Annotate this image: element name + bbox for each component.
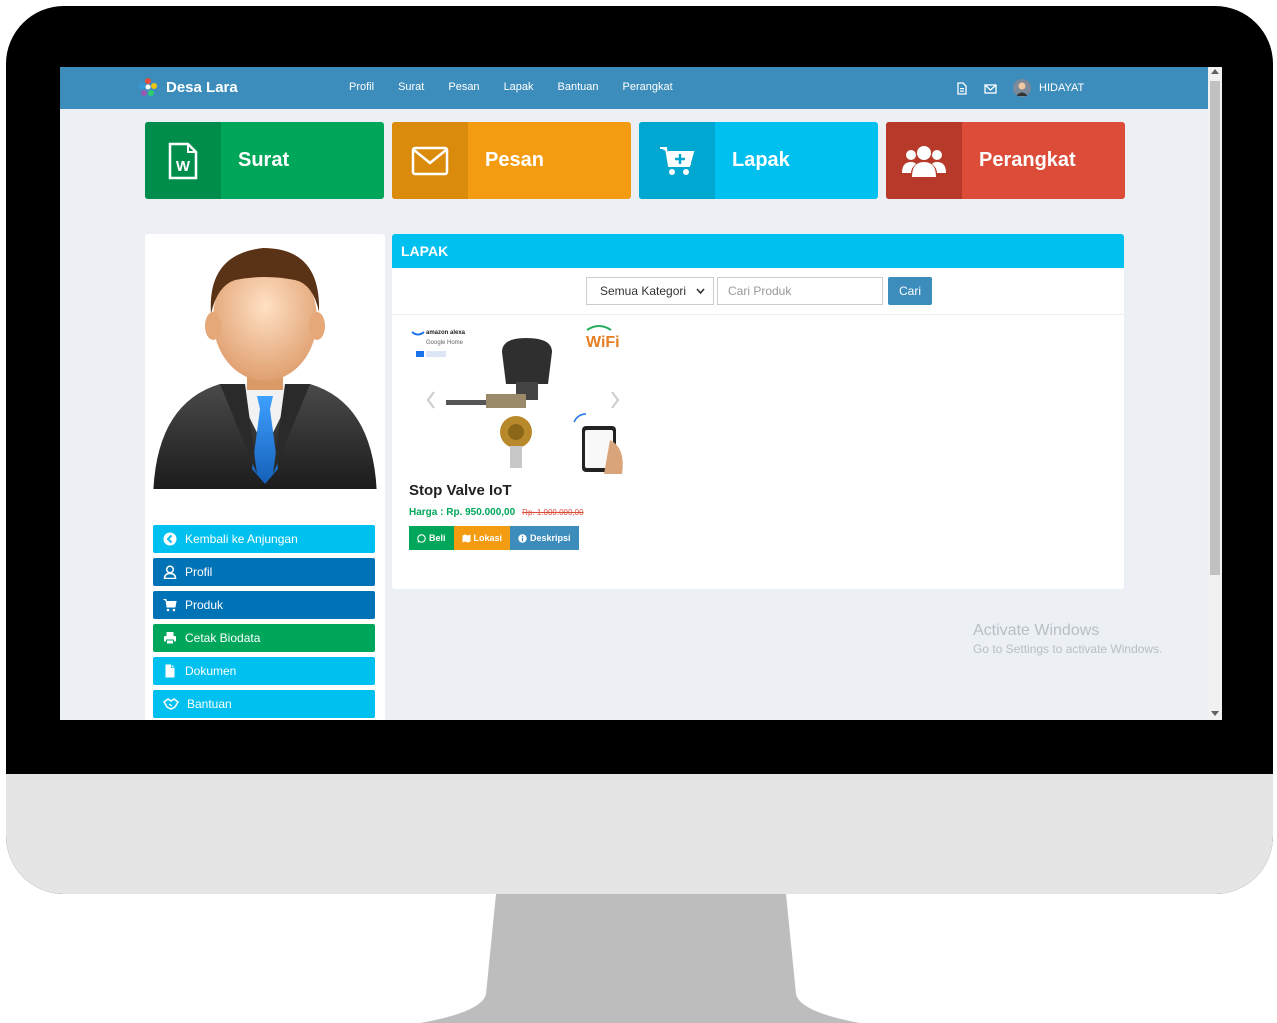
menu-cetak-biodata[interactable]: Cetak Biodata bbox=[153, 624, 375, 652]
lokasi-label: Lokasi bbox=[473, 533, 503, 543]
handshake-icon bbox=[163, 698, 179, 710]
menu-label: Kembali ke Anjungan bbox=[185, 532, 298, 546]
menu-produk[interactable]: Produk bbox=[153, 591, 375, 619]
beli-button[interactable]: Beli bbox=[409, 526, 454, 550]
lapak-panel: LAPAK Semua Kategori Cari Produk Cari am… bbox=[392, 234, 1124, 589]
scroll-up-arrow-icon[interactable] bbox=[1211, 69, 1219, 74]
menu-label: Dokumen bbox=[185, 664, 237, 678]
svg-text:W: W bbox=[176, 158, 191, 175]
brand-name: Desa Lara bbox=[166, 78, 238, 96]
watermark-subtitle: Go to Settings to activate Windows. bbox=[973, 642, 1163, 656]
file-icon bbox=[165, 664, 175, 678]
user-menu[interactable]: HIDAYAT bbox=[1013, 79, 1084, 97]
product-old-price: Rp. 1.000.000,00 bbox=[522, 508, 584, 517]
tile-label: Pesan bbox=[485, 149, 544, 171]
cart-icon bbox=[163, 599, 177, 612]
search-row: Semua Kategori Cari Produk Cari bbox=[586, 277, 932, 305]
menu-dokumen[interactable]: Dokumen bbox=[153, 657, 375, 685]
arrow-left-circle-icon bbox=[163, 532, 177, 546]
scroll-down-arrow-icon[interactable] bbox=[1211, 711, 1219, 716]
menu-bantuan[interactable]: Bantuan bbox=[153, 690, 375, 718]
nav-links: Profil Surat Pesan Lapak Bantuan Perangk… bbox=[349, 81, 673, 93]
tile-perangkat-icon-box bbox=[886, 122, 962, 199]
menu-label: Cetak Biodata bbox=[185, 631, 261, 645]
beli-label: Beli bbox=[429, 533, 446, 543]
category-select[interactable]: Semua Kategori bbox=[586, 277, 714, 305]
product-image[interactable]: amazon alexa Google Home WiFi bbox=[406, 322, 638, 477]
brand[interactable]: Desa Lara bbox=[138, 77, 238, 97]
activate-windows-watermark: Activate Windows Go to Settings to activ… bbox=[973, 622, 1162, 656]
browser-viewport: Desa Lara Profil Surat Pesan Lapak Bantu… bbox=[60, 67, 1222, 720]
menu-label: Profil bbox=[185, 565, 213, 579]
category-value: Semua Kategori bbox=[600, 284, 687, 298]
chevron-down-icon bbox=[696, 288, 705, 295]
nav-link-perangkat[interactable]: Perangkat bbox=[623, 81, 673, 93]
lapak-title: LAPAK bbox=[392, 234, 1124, 268]
tile-label: Perangkat bbox=[979, 149, 1076, 171]
menu-label: Produk bbox=[185, 598, 224, 612]
menu-kembali-anjungan[interactable]: Kembali ke Anjungan bbox=[153, 525, 375, 553]
envelope-icon bbox=[411, 146, 449, 175]
user-icon bbox=[163, 565, 177, 579]
product-brand-text-2: Google Home bbox=[426, 340, 464, 346]
tile-perangkat[interactable]: Perangkat bbox=[886, 122, 1125, 199]
nav-right: HIDAYAT bbox=[955, 79, 1084, 97]
deskripsi-button[interactable]: Deskripsi bbox=[510, 526, 579, 550]
menu-label: Bantuan bbox=[187, 697, 232, 711]
scroll-thumb[interactable] bbox=[1210, 81, 1220, 575]
monitor-chin bbox=[6, 774, 1273, 894]
tile-lapak[interactable]: Lapak bbox=[639, 122, 878, 199]
product-brand-text: amazon alexa bbox=[426, 330, 466, 336]
search-placeholder: Cari Produk bbox=[728, 284, 792, 298]
info-icon bbox=[518, 533, 527, 543]
tile-surat-icon-box: W bbox=[145, 122, 221, 199]
document-icon[interactable] bbox=[955, 81, 968, 95]
cart-plus-icon bbox=[660, 146, 695, 175]
price-row: Harga : Rp. 950.000,00 Rp. 1.000.000,00 bbox=[409, 507, 584, 518]
tile-label: Lapak bbox=[732, 149, 790, 171]
monitor-stand bbox=[420, 894, 860, 1023]
divider bbox=[392, 314, 1124, 315]
deskripsi-label: Deskripsi bbox=[530, 533, 571, 543]
menu-profil[interactable]: Profil bbox=[153, 558, 375, 586]
tile-surat[interactable]: W Surat bbox=[145, 122, 384, 199]
nav-link-bantuan[interactable]: Bantuan bbox=[558, 81, 599, 93]
nav-link-pesan[interactable]: Pesan bbox=[448, 81, 479, 93]
whatsapp-icon bbox=[417, 533, 426, 543]
nav-link-surat[interactable]: Surat bbox=[398, 81, 424, 93]
nav-link-lapak[interactable]: Lapak bbox=[504, 81, 534, 93]
users-icon bbox=[902, 145, 946, 177]
product-actions: Beli Lokasi Deskripsi bbox=[409, 526, 579, 550]
tile-pesan[interactable]: Pesan bbox=[392, 122, 631, 199]
tile-lapak-icon-box bbox=[639, 122, 715, 199]
user-avatar bbox=[1013, 79, 1031, 97]
print-icon bbox=[164, 632, 176, 645]
tile-label: Surat bbox=[238, 149, 290, 171]
product-search-input[interactable]: Cari Produk bbox=[717, 277, 883, 305]
profile-panel: Kembali ke Anjungan Profil Produk Cetak … bbox=[145, 234, 385, 720]
vertical-scrollbar[interactable] bbox=[1208, 67, 1222, 720]
watermark-title: Activate Windows bbox=[973, 622, 1100, 639]
wifi-badge-text: WiFi bbox=[586, 334, 620, 351]
map-icon bbox=[462, 534, 471, 542]
search-button[interactable]: Cari bbox=[888, 277, 932, 305]
tile-pesan-icon-box bbox=[392, 122, 468, 199]
product-price: Harga : Rp. 950.000,00 bbox=[409, 507, 516, 518]
nav-link-profil[interactable]: Profil bbox=[349, 81, 374, 93]
lokasi-button[interactable]: Lokasi bbox=[453, 526, 511, 550]
word-file-icon: W bbox=[168, 142, 198, 179]
mail-icon[interactable] bbox=[984, 82, 997, 95]
user-name: HIDAYAT bbox=[1039, 82, 1085, 94]
desa-logo-icon bbox=[139, 78, 157, 96]
profile-avatar bbox=[153, 248, 377, 489]
top-navbar: Desa Lara Profil Surat Pesan Lapak Bantu… bbox=[60, 67, 1208, 109]
product-name[interactable]: Stop Valve IoT bbox=[409, 482, 512, 499]
